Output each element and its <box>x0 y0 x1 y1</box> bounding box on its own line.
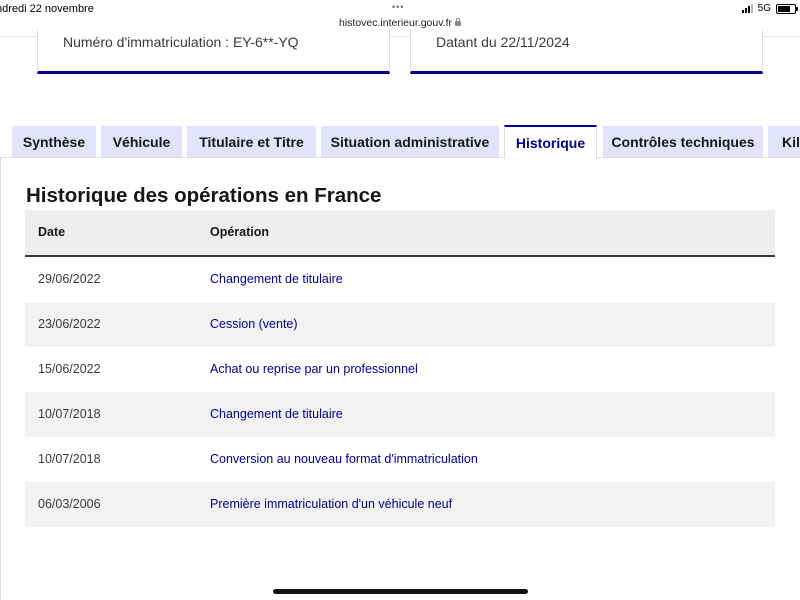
row-date: 10/07/2018 <box>38 452 101 466</box>
tab-vehicule[interactable]: Véhicule <box>101 126 182 158</box>
history-table: Date Opération 29/06/2022 Changement de … <box>25 210 775 527</box>
column-header-operation: Opération <box>210 225 270 239</box>
table-row: 15/06/2022 Achat ou reprise par un profe… <box>25 347 775 392</box>
page-title: Historique des opérations en France <box>26 184 382 207</box>
row-operation: Cession (vente) <box>210 317 298 331</box>
table-row: 10/07/2018 Conversion au nouveau format … <box>25 437 775 482</box>
lock-icon <box>455 18 462 26</box>
row-date: 10/07/2018 <box>38 407 101 421</box>
report-date-text: Datant du 22/11/2024 <box>436 34 570 50</box>
registration-number-text: Numéro d'immatriculation : EY-6**-YQ <box>63 34 299 50</box>
system-indicators: 5G <box>741 3 798 14</box>
url-text: histovec.interieur.gouv.fr <box>338 17 453 29</box>
tab-titulaire-et-titre[interactable]: Titulaire et Titre <box>187 126 316 158</box>
tab-list: Synthèse Véhicule Titulaire et Titre Sit… <box>0 125 800 159</box>
row-operation: Changement de titulaire <box>210 407 343 421</box>
battery-icon <box>776 3 798 14</box>
row-date: 23/06/2022 <box>38 317 101 331</box>
tab-situation-administrative[interactable]: Situation administrative <box>321 126 499 158</box>
table-row: 06/03/2006 Première immatriculation d'un… <box>25 482 775 527</box>
status-date: ndredi 22 novembre <box>0 3 94 15</box>
tab-historique[interactable]: Historique <box>504 125 597 159</box>
table-row: 10/07/2018 Changement de titulaire <box>25 392 775 437</box>
row-date: 29/06/2022 <box>38 272 101 286</box>
column-header-date: Date <box>38 225 66 239</box>
table-header: Date Opération <box>25 210 775 257</box>
table-row: 23/06/2022 Cession (vente) <box>25 302 775 347</box>
row-operation: Changement de titulaire <box>210 272 343 286</box>
row-operation: Première immatriculation d'un véhicule n… <box>210 497 453 511</box>
more-options-icon[interactable]: ••• <box>392 2 404 12</box>
address-bar[interactable]: histovec.interieur.gouv.fr <box>0 17 800 29</box>
registration-card: Numéro d'immatriculation : EY-6**-YQ <box>37 30 390 74</box>
network-label: 5G <box>757 3 771 14</box>
tab-synthese[interactable]: Synthèse <box>12 126 96 158</box>
row-date: 15/06/2022 <box>38 362 101 376</box>
row-operation: Conversion au nouveau format d'immatricu… <box>210 452 478 466</box>
table-row: 29/06/2022 Changement de titulaire <box>25 257 775 302</box>
row-date: 06/03/2006 <box>38 497 101 511</box>
report-date-card: Datant du 22/11/2024 <box>410 30 763 74</box>
row-operation: Achat ou reprise par un professionnel <box>210 362 418 376</box>
home-indicator[interactable] <box>273 589 528 594</box>
signal-icon <box>741 4 753 13</box>
tab-kilometrage[interactable]: Kil <box>768 126 800 158</box>
tab-controles-techniques[interactable]: Contrôles techniques <box>603 126 763 158</box>
